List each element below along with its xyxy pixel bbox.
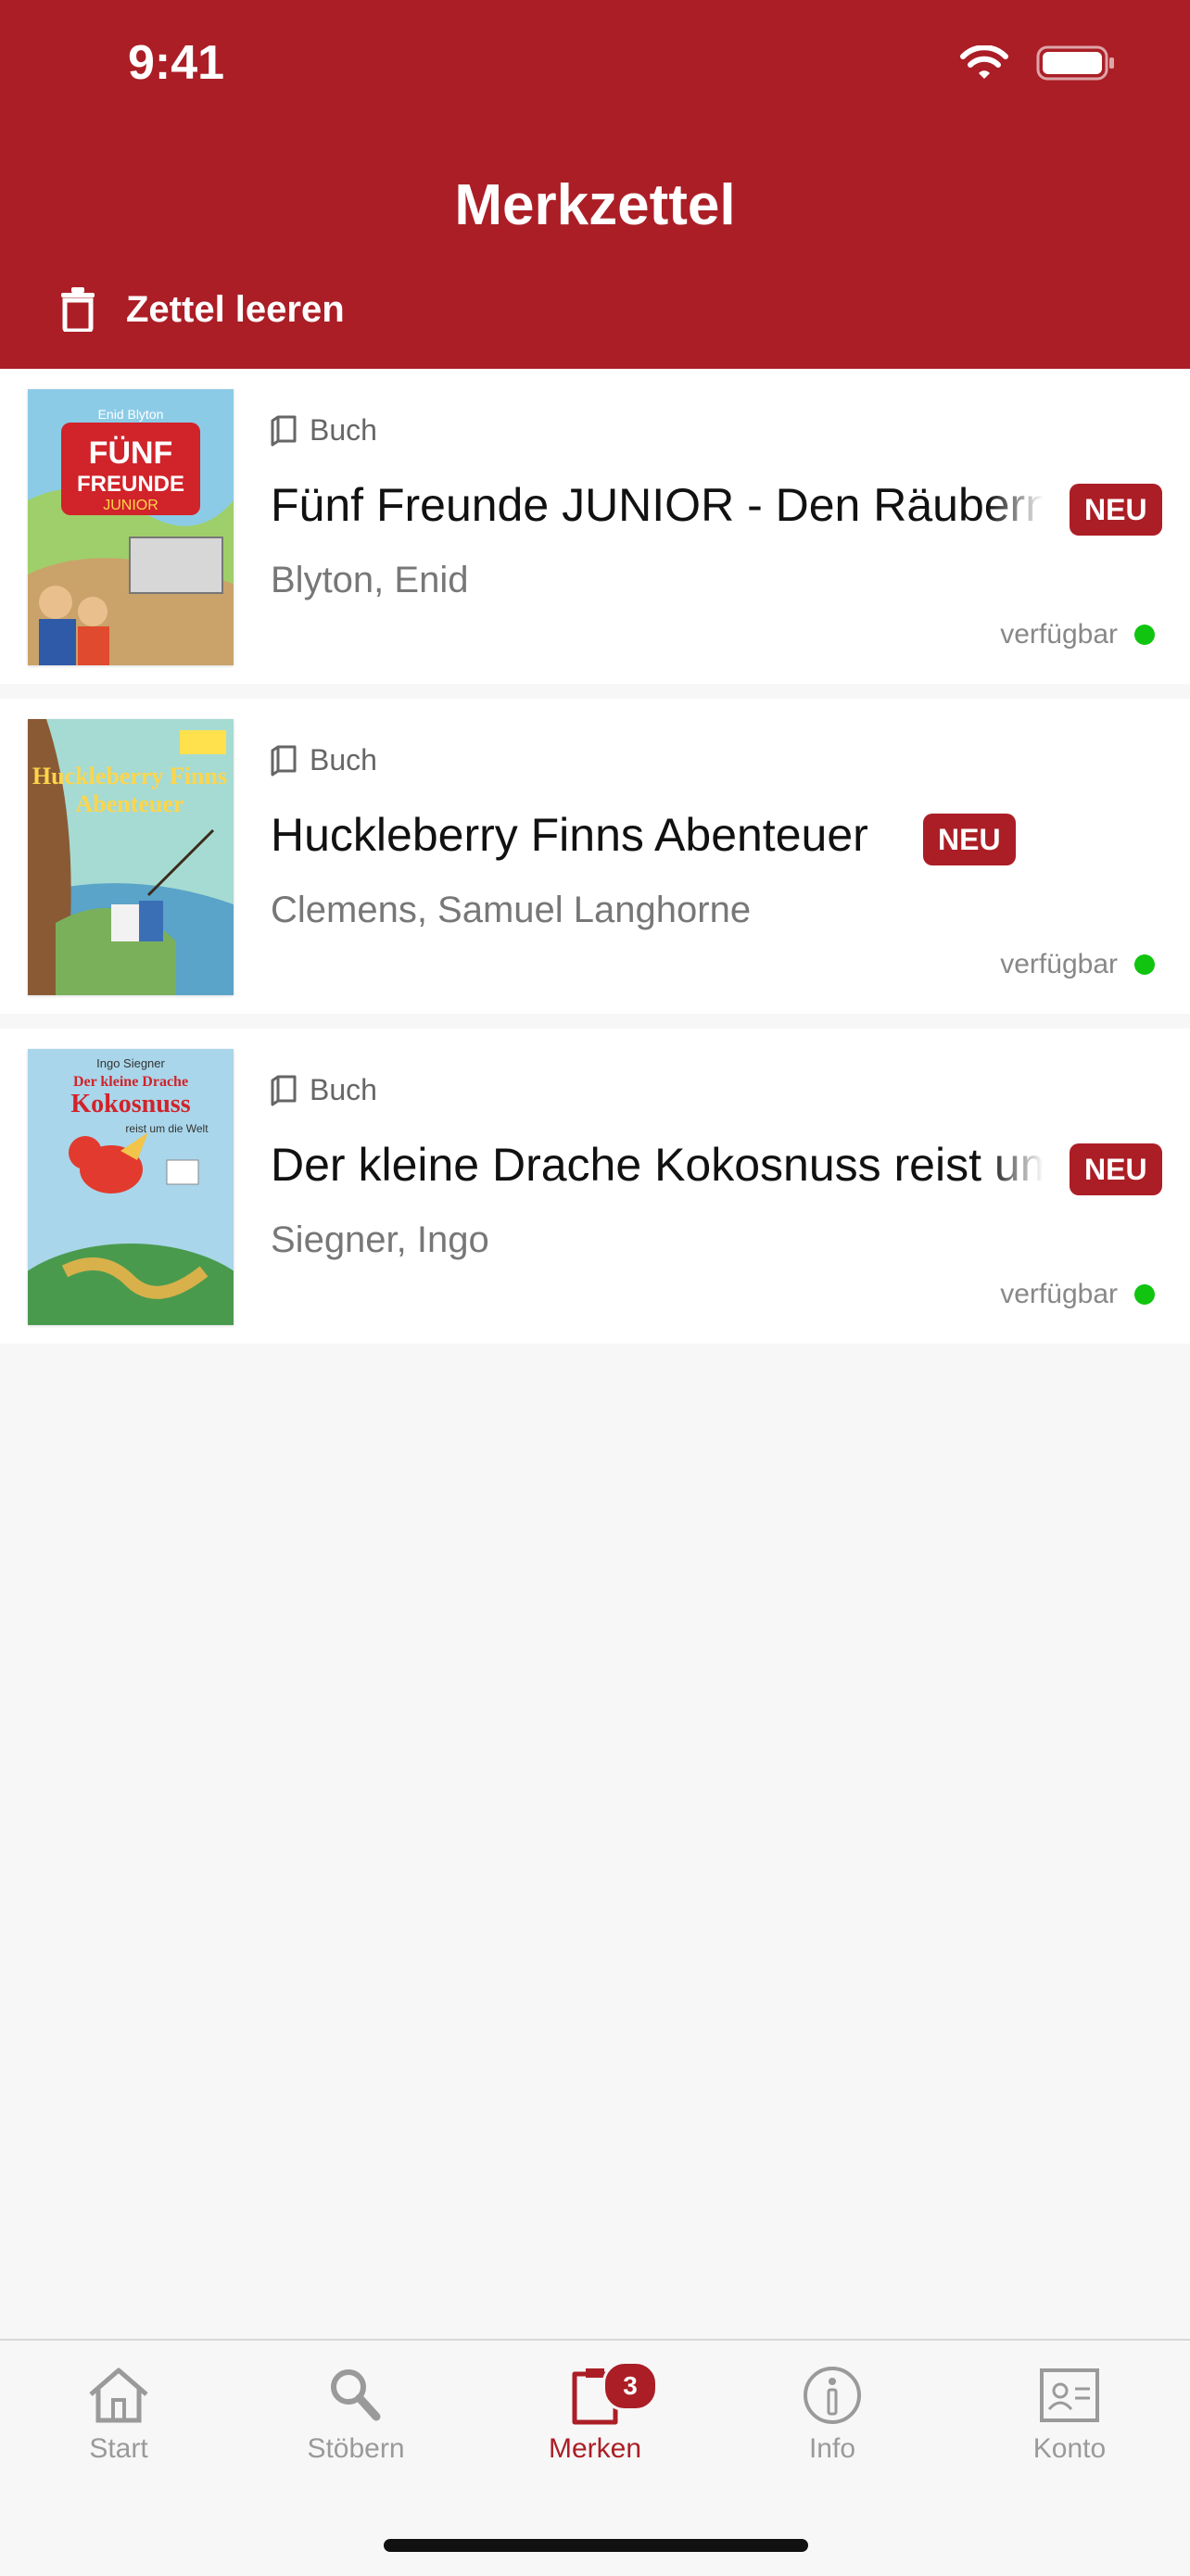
status-time: 9:41 — [128, 36, 225, 90]
media-type-label: Buch — [310, 743, 377, 777]
book-cover: Ingo Siegner Der kleine Drache Kokosnuss… — [28, 1049, 234, 1325]
tab-stoebern-label: Stöbern — [307, 2433, 405, 2464]
item-author: Clemens, Samuel Langhorne — [271, 890, 752, 930]
tab-info[interactable]: Info — [730, 2365, 934, 2465]
info-icon — [804, 2367, 861, 2424]
account-card-icon — [1040, 2368, 1099, 2422]
media-type: Buch — [271, 413, 377, 448]
media-type-label: Buch — [310, 1073, 377, 1106]
available-dot-icon — [1134, 1284, 1155, 1305]
book-cover: Enid Blyton FÜNF FREUNDE JUNIOR — [28, 389, 234, 665]
book-cover: Huckleberry Finns Abenteuer — [28, 719, 234, 995]
new-badge: NEU — [923, 814, 1016, 865]
svg-text:Abenteuer: Abenteuer — [76, 790, 184, 817]
svg-text:Huckleberry Finns: Huckleberry Finns — [32, 763, 227, 789]
tab-stoebern[interactable]: Stöbern — [254, 2365, 458, 2465]
status-icons — [960, 44, 1116, 82]
availability-status: verfügbar — [1000, 1279, 1155, 1310]
tab-info-label: Info — [808, 2433, 856, 2464]
svg-text:FREUNDE: FREUNDE — [77, 472, 184, 497]
book-icon — [271, 415, 297, 446]
cover-author: Ingo Siegner — [96, 1056, 165, 1070]
wifi-icon — [960, 45, 1008, 79]
availability-status: verfügbar — [1000, 949, 1155, 980]
svg-text:FÜNF: FÜNF — [89, 436, 173, 471]
svg-text:Kokosnuss: Kokosnuss — [70, 1090, 190, 1118]
book-icon — [271, 1075, 297, 1105]
svg-text:Der kleine Drache: Der kleine Drache — [73, 1074, 188, 1090]
item-title: Fünf Freunde JUNIOR - Den Räubern auf de… — [271, 478, 1044, 532]
available-dot-icon — [1134, 625, 1155, 645]
tab-start[interactable]: Start — [17, 2365, 221, 2465]
battery-icon — [1036, 45, 1114, 81]
home-indicator — [384, 2539, 808, 2552]
tab-merken-label: Merken — [548, 2433, 642, 2464]
watchlist: Enid Blyton FÜNF FREUNDE JUNIOR Buch Fün… — [0, 369, 1190, 1358]
availability-label: verfügbar — [1000, 619, 1118, 650]
available-dot-icon — [1134, 954, 1155, 975]
cover-subtitle: JUNIOR — [103, 498, 158, 513]
item-title: Der kleine Drache Kokosnuss reist um die… — [271, 1138, 1044, 1192]
book-icon — [271, 745, 297, 776]
availability-label: verfügbar — [1000, 1279, 1118, 1309]
house-icon — [89, 2368, 148, 2423]
page-title: Merkzettel — [454, 173, 736, 237]
item-title: Huckleberry Finns Abenteuer — [271, 809, 868, 861]
item-author: Siegner, Ingo — [271, 1219, 489, 1260]
tab-konto-label: Konto — [1032, 2433, 1107, 2464]
tab-start-label: Start — [89, 2433, 148, 2464]
new-badge: NEU — [1070, 1143, 1162, 1195]
clear-list-label: Zettel leeren — [126, 288, 345, 330]
media-type: Buch — [271, 743, 377, 777]
cover-author: Enid Blyton — [98, 407, 164, 422]
media-type: Buch — [271, 1073, 377, 1107]
magnifier-icon — [331, 2369, 381, 2421]
tab-konto[interactable]: Konto — [968, 2365, 1171, 2465]
item-author: Blyton, Enid — [271, 560, 469, 600]
app-header: 9:41 Merkzettel Zettel leeren — [0, 0, 1190, 369]
tab-merken[interactable]: 3 Merken — [493, 2361, 697, 2465]
clear-list-button[interactable]: Zettel leeren — [59, 287, 345, 332]
trash-icon — [61, 287, 95, 332]
list-item[interactable]: Ingo Siegner Der kleine Drache Kokosnuss… — [0, 1029, 1190, 1344]
merken-count-badge: 3 — [602, 2361, 658, 2411]
new-badge: NEU — [1070, 484, 1162, 536]
media-type-label: Buch — [310, 413, 377, 447]
cover-subtitle: reist um die Welt — [125, 1122, 209, 1135]
list-item[interactable]: Enid Blyton FÜNF FREUNDE JUNIOR Buch Fün… — [0, 369, 1190, 684]
availability-label: verfügbar — [1000, 949, 1118, 979]
list-item[interactable]: Huckleberry Finns Abenteuer Buch Huckleb… — [0, 699, 1190, 1014]
availability-status: verfügbar — [1000, 619, 1155, 650]
